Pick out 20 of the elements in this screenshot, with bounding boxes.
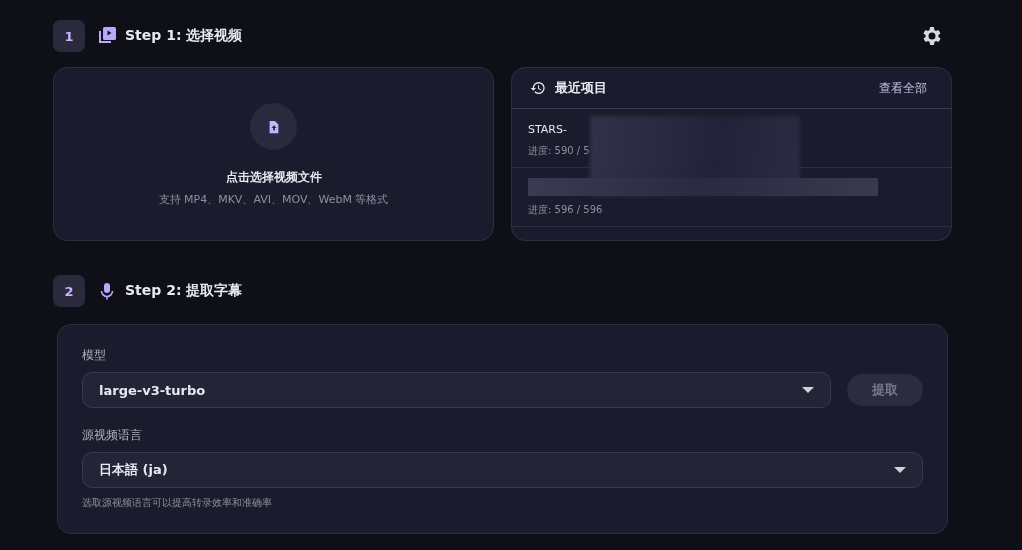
step-number: 2 — [53, 275, 85, 307]
caret-icon — [894, 467, 906, 473]
field-label: 模型 — [82, 347, 106, 364]
upload-hint: 支持 MP4、MKV、AVI、MOV、WebM 等格式 — [158, 192, 389, 207]
step-number: 1 — [53, 20, 85, 52]
project-name: STARS- — [528, 122, 567, 138]
step-title: Step 1: 选择视频 — [125, 27, 243, 45]
upload-area[interactable]: 点击选择视频文件 支持 MP4、MKV、AVI、MOV、WebM 等格式 — [53, 67, 494, 241]
upload-title: 点击选择视频文件 — [225, 169, 322, 186]
language-dropdown[interactable]: 日本語 (ja) — [82, 452, 923, 488]
field-label: 源视频语言 — [82, 427, 142, 444]
video-library-icon — [97, 26, 117, 46]
history-icon — [530, 80, 546, 96]
view-all-link[interactable]: 查看全部 — [879, 79, 927, 97]
recent-title: 最近项目 — [555, 79, 607, 97]
step-title: Step 2: 提取字幕 — [125, 282, 243, 300]
field-hint: 选取源视频语言可以提高转录效率和准确率 — [82, 496, 272, 510]
caret-icon — [802, 387, 814, 393]
file-upload-icon — [250, 103, 297, 150]
model-dropdown[interactable]: large-v3-turbo — [82, 372, 831, 408]
